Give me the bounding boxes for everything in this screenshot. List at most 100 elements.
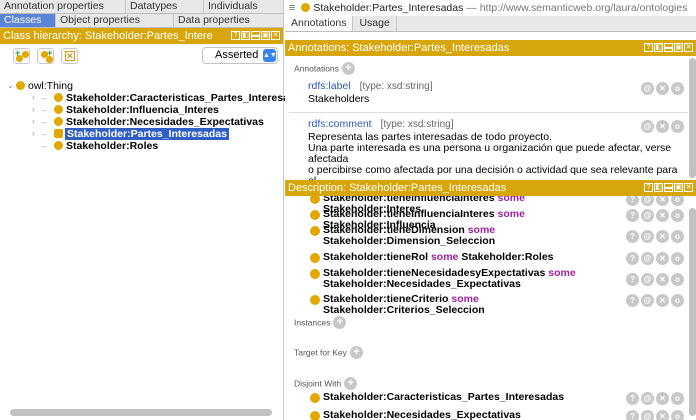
- class-hierarchy-header: Class hierarchy: Stakeholder:Partes_Inte…: [0, 28, 283, 44]
- tree-node-child[interactable]: – Stakeholder:Roles: [0, 140, 284, 152]
- tree-node-child[interactable]: › – Stakeholder:Necesidades_Expectativas: [0, 116, 284, 128]
- annotate-icon[interactable]: @: [641, 410, 654, 420]
- help-view-icon[interactable]: ?: [644, 183, 653, 192]
- edit-icon[interactable]: o: [671, 252, 684, 265]
- superclass-row[interactable]: Stakeholder:tieneCriterio some Stakehold…: [285, 294, 696, 316]
- edit-icon[interactable]: o: [671, 273, 684, 286]
- explain-icon[interactable]: ?: [626, 209, 639, 222]
- disjoint-row[interactable]: Stakeholder:Necesidades_Expectativas ? @…: [285, 410, 696, 420]
- annotate-icon[interactable]: @: [641, 392, 654, 405]
- delete-icon[interactable]: ✕: [656, 196, 669, 206]
- detail-tabs: Annotations Usage: [285, 16, 696, 32]
- explain-icon[interactable]: ?: [626, 410, 639, 420]
- edit-icon[interactable]: o: [671, 82, 684, 95]
- class-hierarchy-title: Class hierarchy: Stakeholder:Partes_Inte…: [3, 30, 213, 42]
- collapse-arrow-icon[interactable]: ⌄: [7, 80, 14, 92]
- add-key-button[interactable]: +: [349, 346, 363, 359]
- split-view-icon[interactable]: ▬: [664, 183, 673, 192]
- delete-icon[interactable]: ✕: [656, 410, 669, 420]
- superclass-row[interactable]: Stakeholder:tieneRol some Stakeholder:Ro…: [285, 252, 696, 266]
- delete-icon[interactable]: ✕: [656, 82, 669, 95]
- explain-icon[interactable]: ?: [626, 273, 639, 286]
- superclass-row[interactable]: Stakeholder:tieneInfluenciaInteres some …: [285, 209, 696, 231]
- add-sibling-class-icon[interactable]: +: [37, 48, 54, 64]
- edit-icon[interactable]: o: [671, 209, 684, 222]
- pin-view-icon[interactable]: ◧: [654, 183, 663, 192]
- annotations-header: Annotations: Stakeholder:Partes_Interesa…: [285, 40, 696, 56]
- close-view-icon[interactable]: ✕: [684, 43, 693, 52]
- float-view-icon[interactable]: ▣: [261, 31, 270, 40]
- delete-icon[interactable]: ✕: [656, 252, 669, 265]
- help-view-icon[interactable]: ?: [644, 43, 653, 52]
- annotation-property[interactable]: rdfs:comment: [308, 118, 372, 130]
- annotate-icon[interactable]: @: [641, 82, 654, 95]
- delete-class-icon[interactable]: ✕: [61, 48, 78, 64]
- expand-arrow-icon[interactable]: ›: [32, 92, 35, 104]
- pin-view-icon[interactable]: ◧: [654, 43, 663, 52]
- split-view-icon[interactable]: ▬: [664, 43, 673, 52]
- explain-icon[interactable]: ?: [626, 294, 639, 307]
- menu-icon[interactable]: ≡: [289, 2, 295, 14]
- tree-node-child[interactable]: › – Stakeholder:Caracteristicas_Partes_I…: [0, 92, 307, 104]
- tree-node-root[interactable]: ⌄ owl:Thing: [0, 80, 284, 92]
- delete-icon[interactable]: ✕: [656, 392, 669, 405]
- tab-object-properties[interactable]: Object properties: [56, 14, 174, 27]
- expand-arrow-icon[interactable]: ›: [32, 104, 35, 116]
- class-icon: [310, 253, 320, 263]
- tab-datatypes[interactable]: Datatypes: [126, 0, 204, 13]
- superclass-row[interactable]: Stakeholder:tieneInfluenciaInteres some …: [285, 196, 696, 215]
- expand-arrow-icon[interactable]: ›: [32, 128, 35, 140]
- edit-icon[interactable]: o: [671, 410, 684, 420]
- edit-icon[interactable]: o: [671, 230, 684, 243]
- add-disjoint-button[interactable]: +: [344, 377, 358, 390]
- annotate-icon[interactable]: @: [641, 209, 654, 222]
- tab-classes[interactable]: Classes: [0, 14, 56, 27]
- annotations-scrollbar[interactable]: [689, 58, 696, 178]
- edit-icon[interactable]: o: [671, 294, 684, 307]
- tab-annotations[interactable]: Annotations: [285, 16, 354, 31]
- hierarchy-mode-select[interactable]: Asserted ▲▼: [202, 47, 278, 64]
- annotate-icon[interactable]: @: [641, 294, 654, 307]
- close-view-icon[interactable]: ✕: [684, 183, 693, 192]
- expand-arrow-icon[interactable]: ›: [32, 116, 35, 128]
- tab-data-properties[interactable]: Data properties: [174, 14, 284, 27]
- edit-icon[interactable]: o: [671, 196, 684, 206]
- tab-annotation-properties[interactable]: Annotation properties: [0, 0, 126, 13]
- explain-icon[interactable]: ?: [626, 196, 639, 206]
- explain-icon[interactable]: ?: [626, 230, 639, 243]
- annotate-icon[interactable]: @: [641, 196, 654, 206]
- description-title: Description: Stakeholder:Partes_Interesa…: [288, 182, 507, 194]
- tab-usage[interactable]: Usage: [353, 16, 397, 31]
- float-view-icon[interactable]: ▣: [674, 183, 683, 192]
- annotate-icon[interactable]: @: [641, 230, 654, 243]
- split-view-icon[interactable]: ▬: [251, 31, 260, 40]
- pin-view-icon[interactable]: ◧: [241, 31, 250, 40]
- annotate-icon[interactable]: @: [641, 252, 654, 265]
- annotation-property[interactable]: rdfs:label: [308, 80, 351, 92]
- edit-icon[interactable]: o: [671, 392, 684, 405]
- explain-icon[interactable]: ?: [626, 392, 639, 405]
- delete-icon[interactable]: ✕: [656, 209, 669, 222]
- description-scrollbar[interactable]: [689, 208, 696, 416]
- delete-icon[interactable]: ✕: [656, 294, 669, 307]
- disjoint-row[interactable]: Stakeholder:Caracteristicas_Partes_Inter…: [285, 392, 696, 406]
- add-annotation-button[interactable]: +: [341, 62, 355, 75]
- tree-node-child[interactable]: › – Stakeholder:Influencia_Interes: [0, 104, 284, 116]
- delete-icon[interactable]: ✕: [656, 230, 669, 243]
- horizontal-scrollbar[interactable]: [10, 409, 272, 416]
- annotate-icon[interactable]: @: [641, 273, 654, 286]
- superclass-row[interactable]: Stakeholder:tieneDimension some Stakehold…: [285, 225, 696, 249]
- add-instance-button[interactable]: +: [333, 316, 347, 329]
- annotation-type: [type: xsd:string]: [359, 81, 433, 92]
- help-view-icon[interactable]: ?: [231, 31, 240, 40]
- float-view-icon[interactable]: ▣: [674, 43, 683, 52]
- tree-node-label: Stakeholder:Necesidades_Expectativas: [66, 116, 264, 128]
- close-view-icon[interactable]: ✕: [271, 31, 280, 40]
- add-subclass-icon[interactable]: +: [13, 48, 30, 64]
- explain-icon[interactable]: ?: [626, 252, 639, 265]
- delete-icon[interactable]: ✕: [656, 273, 669, 286]
- superclass-row[interactable]: Stakeholder:tieneNecesidadesyExpectativa…: [285, 268, 696, 292]
- tab-individuals[interactable]: Individuals: [204, 0, 284, 13]
- superclass-expression: Stakeholder:tieneCriterio some Stakehold…: [323, 293, 485, 316]
- tree-node-child-selected[interactable]: › – Stakeholder:Partes_Interesadas: [0, 128, 284, 140]
